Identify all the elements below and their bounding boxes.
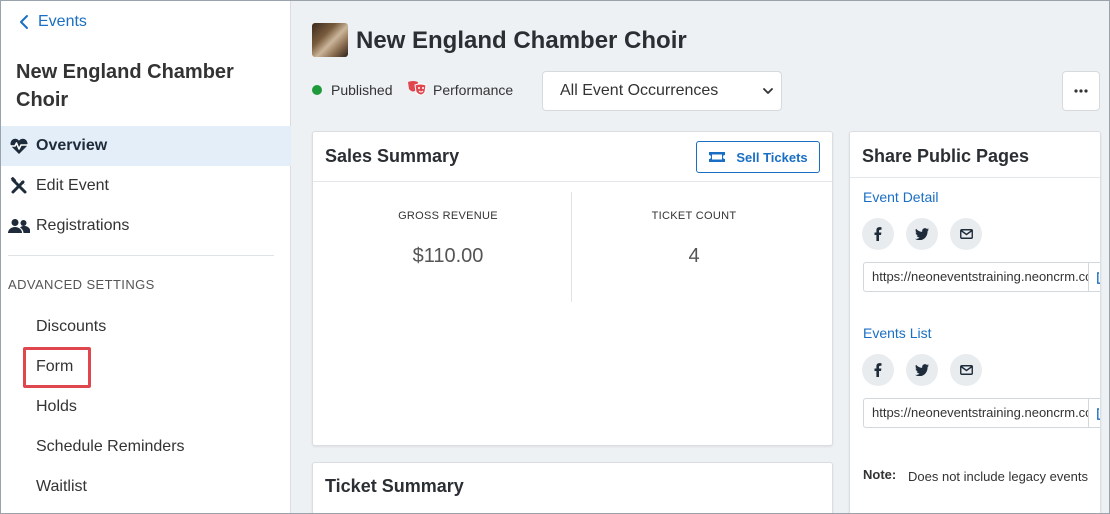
sell-tickets-button[interactable]: Sell Tickets <box>696 141 820 173</box>
sidebar-item-waitlist[interactable]: Waitlist <box>36 478 87 496</box>
status-label: Published <box>331 82 393 98</box>
share-public-pages-title: Share Public Pages <box>862 146 1030 166</box>
more-options-button[interactable] <box>1062 71 1100 111</box>
note-text: Does not include legacy events <box>908 469 1088 484</box>
sidebar: Events New England Chamber Choir Overvie… <box>0 0 291 514</box>
card-divider <box>850 177 1100 178</box>
users-icon <box>8 219 30 233</box>
sidebar-item-registrations[interactable]: Registrations <box>0 206 291 246</box>
theater-masks-icon <box>408 81 427 96</box>
sidebar-divider <box>8 255 274 256</box>
tools-icon <box>10 177 27 194</box>
sell-tickets-label: Sell Tickets <box>736 149 808 165</box>
share-email-button[interactable] <box>950 218 982 250</box>
ticket-icon <box>709 152 726 162</box>
ticket-count-value: 4 <box>688 245 700 267</box>
ticket-summary-card: Ticket Summary <box>312 462 833 514</box>
event-detail-url-field[interactable]: https://neoneventstraining.neoncrm.com/n… <box>863 262 1089 292</box>
back-to-events-link[interactable]: Events <box>18 13 87 31</box>
heartbeat-icon <box>10 138 28 154</box>
sidebar-item-holds[interactable]: Holds <box>36 398 77 416</box>
ellipsis-icon <box>1074 89 1088 93</box>
sidebar-item-label: Registrations <box>36 217 130 234</box>
share-twitter-button[interactable] <box>906 354 938 386</box>
gross-revenue-value: $110.00 <box>412 245 484 267</box>
advanced-settings-heading: ADVANCED SETTINGS <box>8 277 155 292</box>
chevron-down-icon <box>763 88 773 94</box>
copy-events-list-url-button[interactable] <box>1088 398 1100 428</box>
occurrence-select[interactable]: All Event Occurrences <box>542 71 782 111</box>
note-label: Note: <box>863 467 897 482</box>
card-divider <box>313 181 832 182</box>
envelope-icon <box>959 229 973 239</box>
share-facebook-button[interactable] <box>862 354 894 386</box>
envelope-icon <box>959 365 973 375</box>
twitter-icon <box>915 364 929 376</box>
share-public-pages-card: Share Public Pages Event Detail https://… <box>849 131 1101 514</box>
sidebar-item-label: Overview <box>36 137 108 154</box>
share-facebook-button[interactable] <box>862 218 894 250</box>
sidebar-item-discounts[interactable]: Discounts <box>36 318 106 336</box>
ticket-summary-title: Ticket Summary <box>325 476 464 496</box>
chevron-left-icon <box>20 15 28 29</box>
occurrence-select-value: All Event Occurrences <box>560 82 719 99</box>
share-twitter-button[interactable] <box>906 218 938 250</box>
metric-divider <box>571 192 572 302</box>
event-detail-link[interactable]: Event Detail <box>863 189 938 205</box>
share-email-button[interactable] <box>950 354 982 386</box>
sidebar-item-overview[interactable]: Overview <box>0 126 291 166</box>
back-link-label: Events <box>38 13 87 30</box>
sales-summary-title: Sales Summary <box>325 146 460 166</box>
status-dot <box>312 85 322 95</box>
copy-icon <box>1097 272 1100 284</box>
sales-summary-card: Sales Summary Sell Tickets GROSS REVENUE… <box>312 131 833 446</box>
copy-event-detail-url-button[interactable] <box>1088 262 1100 292</box>
sidebar-item-form[interactable]: Form <box>36 358 73 376</box>
events-list-url-field[interactable]: https://neoneventstraining.neoncrm.com/n… <box>863 398 1089 428</box>
copy-icon <box>1097 408 1100 420</box>
sidebar-item-edit-event[interactable]: Edit Event <box>0 166 291 206</box>
category-label: Performance <box>433 82 514 98</box>
facebook-icon <box>874 227 882 241</box>
sidebar-item-schedule-reminders[interactable]: Schedule Reminders <box>36 438 185 456</box>
events-list-link[interactable]: Events List <box>863 325 931 341</box>
page-title: New England Chamber Choir <box>356 27 687 54</box>
ticket-count-label: TICKET COUNT <box>651 210 737 222</box>
gross-revenue-label: GROSS REVENUE <box>398 210 498 222</box>
sidebar-event-title: New England Chamber Choir <box>16 61 234 111</box>
sidebar-item-label: Edit Event <box>36 177 109 194</box>
twitter-icon <box>915 228 929 240</box>
event-thumbnail <box>312 23 348 57</box>
facebook-icon <box>874 363 882 377</box>
